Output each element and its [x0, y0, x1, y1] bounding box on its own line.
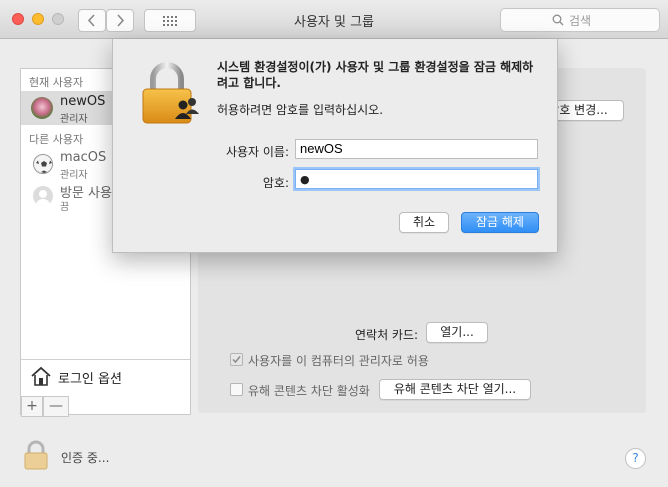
parental-controls-checkbox[interactable]: [230, 383, 243, 396]
dialog-message: 허용하려면 암호를 입력하십시오.: [217, 103, 384, 117]
search-field[interactable]: 검색: [500, 8, 660, 32]
password-field[interactable]: ●: [295, 169, 538, 189]
padlock-users-icon: [142, 62, 199, 124]
guest-user-role: 끔: [60, 202, 70, 213]
person-silhouette-icon: [36, 190, 50, 206]
username-label: 사용자 이름:: [225, 145, 289, 159]
allow-admin-checkbox[interactable]: [230, 353, 243, 366]
flower-avatar: [31, 97, 53, 119]
soccer-ball-avatar: [33, 154, 53, 174]
search-placeholder: 검색: [569, 14, 592, 28]
checkmark-icon: [232, 356, 241, 364]
dialog-title: 시스템 환경설정이(가) 사용자 및 그룹 환경설정을 잠금 해제하려고 합니다…: [217, 60, 534, 90]
unlock-dialog: 시스템 환경설정이(가) 사용자 및 그룹 환경설정을 잠금 해제하려고 합니다…: [112, 39, 558, 253]
current-users-header: 현재 사용자: [29, 76, 84, 89]
other-users-header: 다른 사용자: [29, 133, 84, 146]
open-contact-card-button[interactable]: 열기...: [426, 322, 488, 343]
username-field[interactable]: [295, 139, 538, 159]
macos-user-name: macOS: [60, 150, 107, 165]
search-icon: [552, 14, 564, 26]
unlock-button[interactable]: 잠금 해제: [461, 212, 539, 233]
cancel-button[interactable]: 취소: [399, 212, 449, 233]
soccer-ball-icon: [36, 160, 52, 173]
help-button[interactable]: ?: [625, 448, 646, 469]
house-icon: [31, 366, 51, 386]
parental-controls-label: 유해 콘텐츠 차단 활성화: [248, 384, 370, 398]
allow-admin-label: 사용자를 이 컴퓨터의 관리자로 허용: [248, 354, 429, 368]
auth-status-text: 인증 중...: [61, 451, 110, 465]
current-user-role: 관리자: [60, 114, 88, 125]
current-user-name: newOS: [60, 94, 106, 109]
lock-icon[interactable]: [23, 440, 49, 470]
password-label: 암호:: [262, 176, 289, 190]
open-parental-controls-button[interactable]: 유해 콘텐츠 차단 열기...: [379, 379, 531, 400]
contact-card-label: 연락처 카드:: [355, 328, 419, 342]
login-options-item[interactable]: 로그인 옵션: [21, 360, 190, 392]
remove-user-button[interactable]: —: [43, 396, 69, 417]
guest-avatar: [33, 186, 53, 206]
add-user-button[interactable]: +: [21, 396, 43, 417]
login-options-label: 로그인 옵션: [58, 372, 122, 387]
